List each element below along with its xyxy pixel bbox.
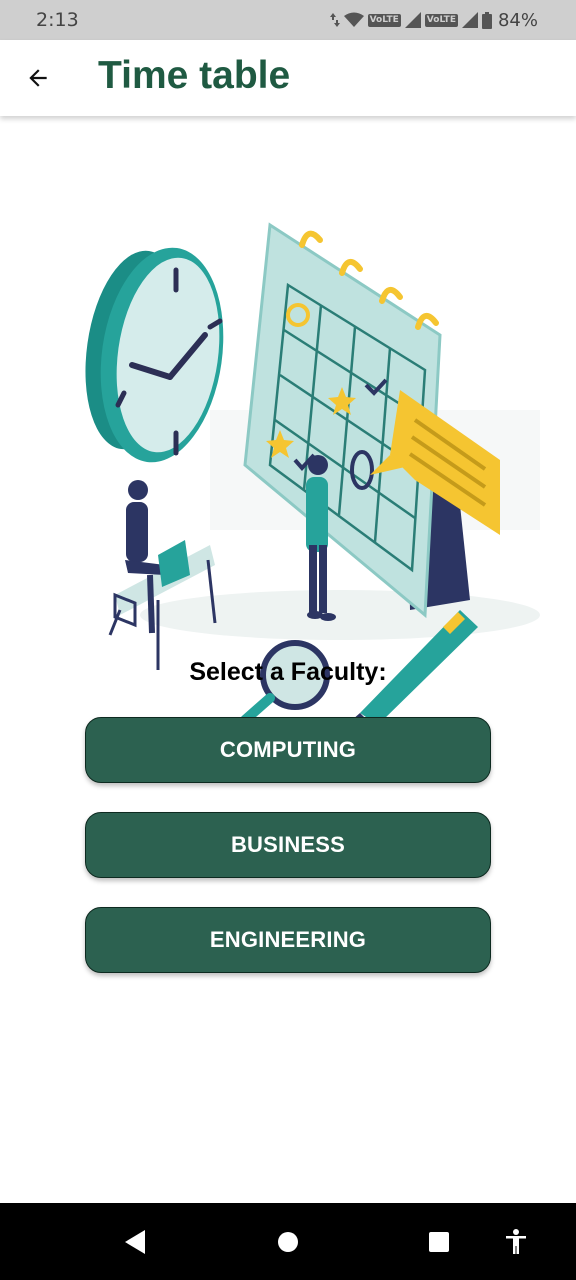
nav-back-button[interactable] [116, 1223, 156, 1261]
timetable-illustration [85, 222, 540, 725]
faculty-button-business[interactable]: BUSINESS [85, 812, 491, 878]
system-nav-bar [0, 1203, 576, 1280]
back-button[interactable] [16, 56, 60, 100]
recents-square-icon [429, 1232, 449, 1252]
back-triangle-icon [125, 1230, 145, 1254]
data-arrows-icon [329, 13, 340, 27]
signal-icon [404, 12, 421, 28]
wifi-icon [343, 12, 364, 27]
page-title: Time table [98, 54, 291, 97]
arrow-left-icon [29, 69, 47, 87]
accessibility-icon [506, 1229, 526, 1254]
status-bar: 2:13 VoLTE VoLTE 84% [0, 0, 576, 40]
status-time: 2:13 [36, 9, 79, 31]
select-faculty-label: Select a Faculty: [189, 658, 387, 686]
signal-icon [461, 12, 478, 28]
battery-percent: 84% [497, 9, 538, 31]
nav-home-button[interactable] [268, 1223, 308, 1261]
nav-accessibility-button[interactable] [496, 1223, 536, 1261]
nav-recents-button[interactable] [419, 1223, 459, 1261]
volte-badge: VoLTE [424, 13, 458, 27]
battery-icon [481, 11, 492, 29]
app-bar: Time table [0, 40, 576, 116]
home-circle-icon [278, 1232, 298, 1252]
volte-badge: VoLTE [367, 13, 401, 27]
status-icons: VoLTE VoLTE 84% [329, 8, 538, 32]
faculty-button-engineering[interactable]: ENGINEERING [85, 907, 491, 973]
faculty-button-computing[interactable]: COMPUTING [85, 717, 491, 783]
